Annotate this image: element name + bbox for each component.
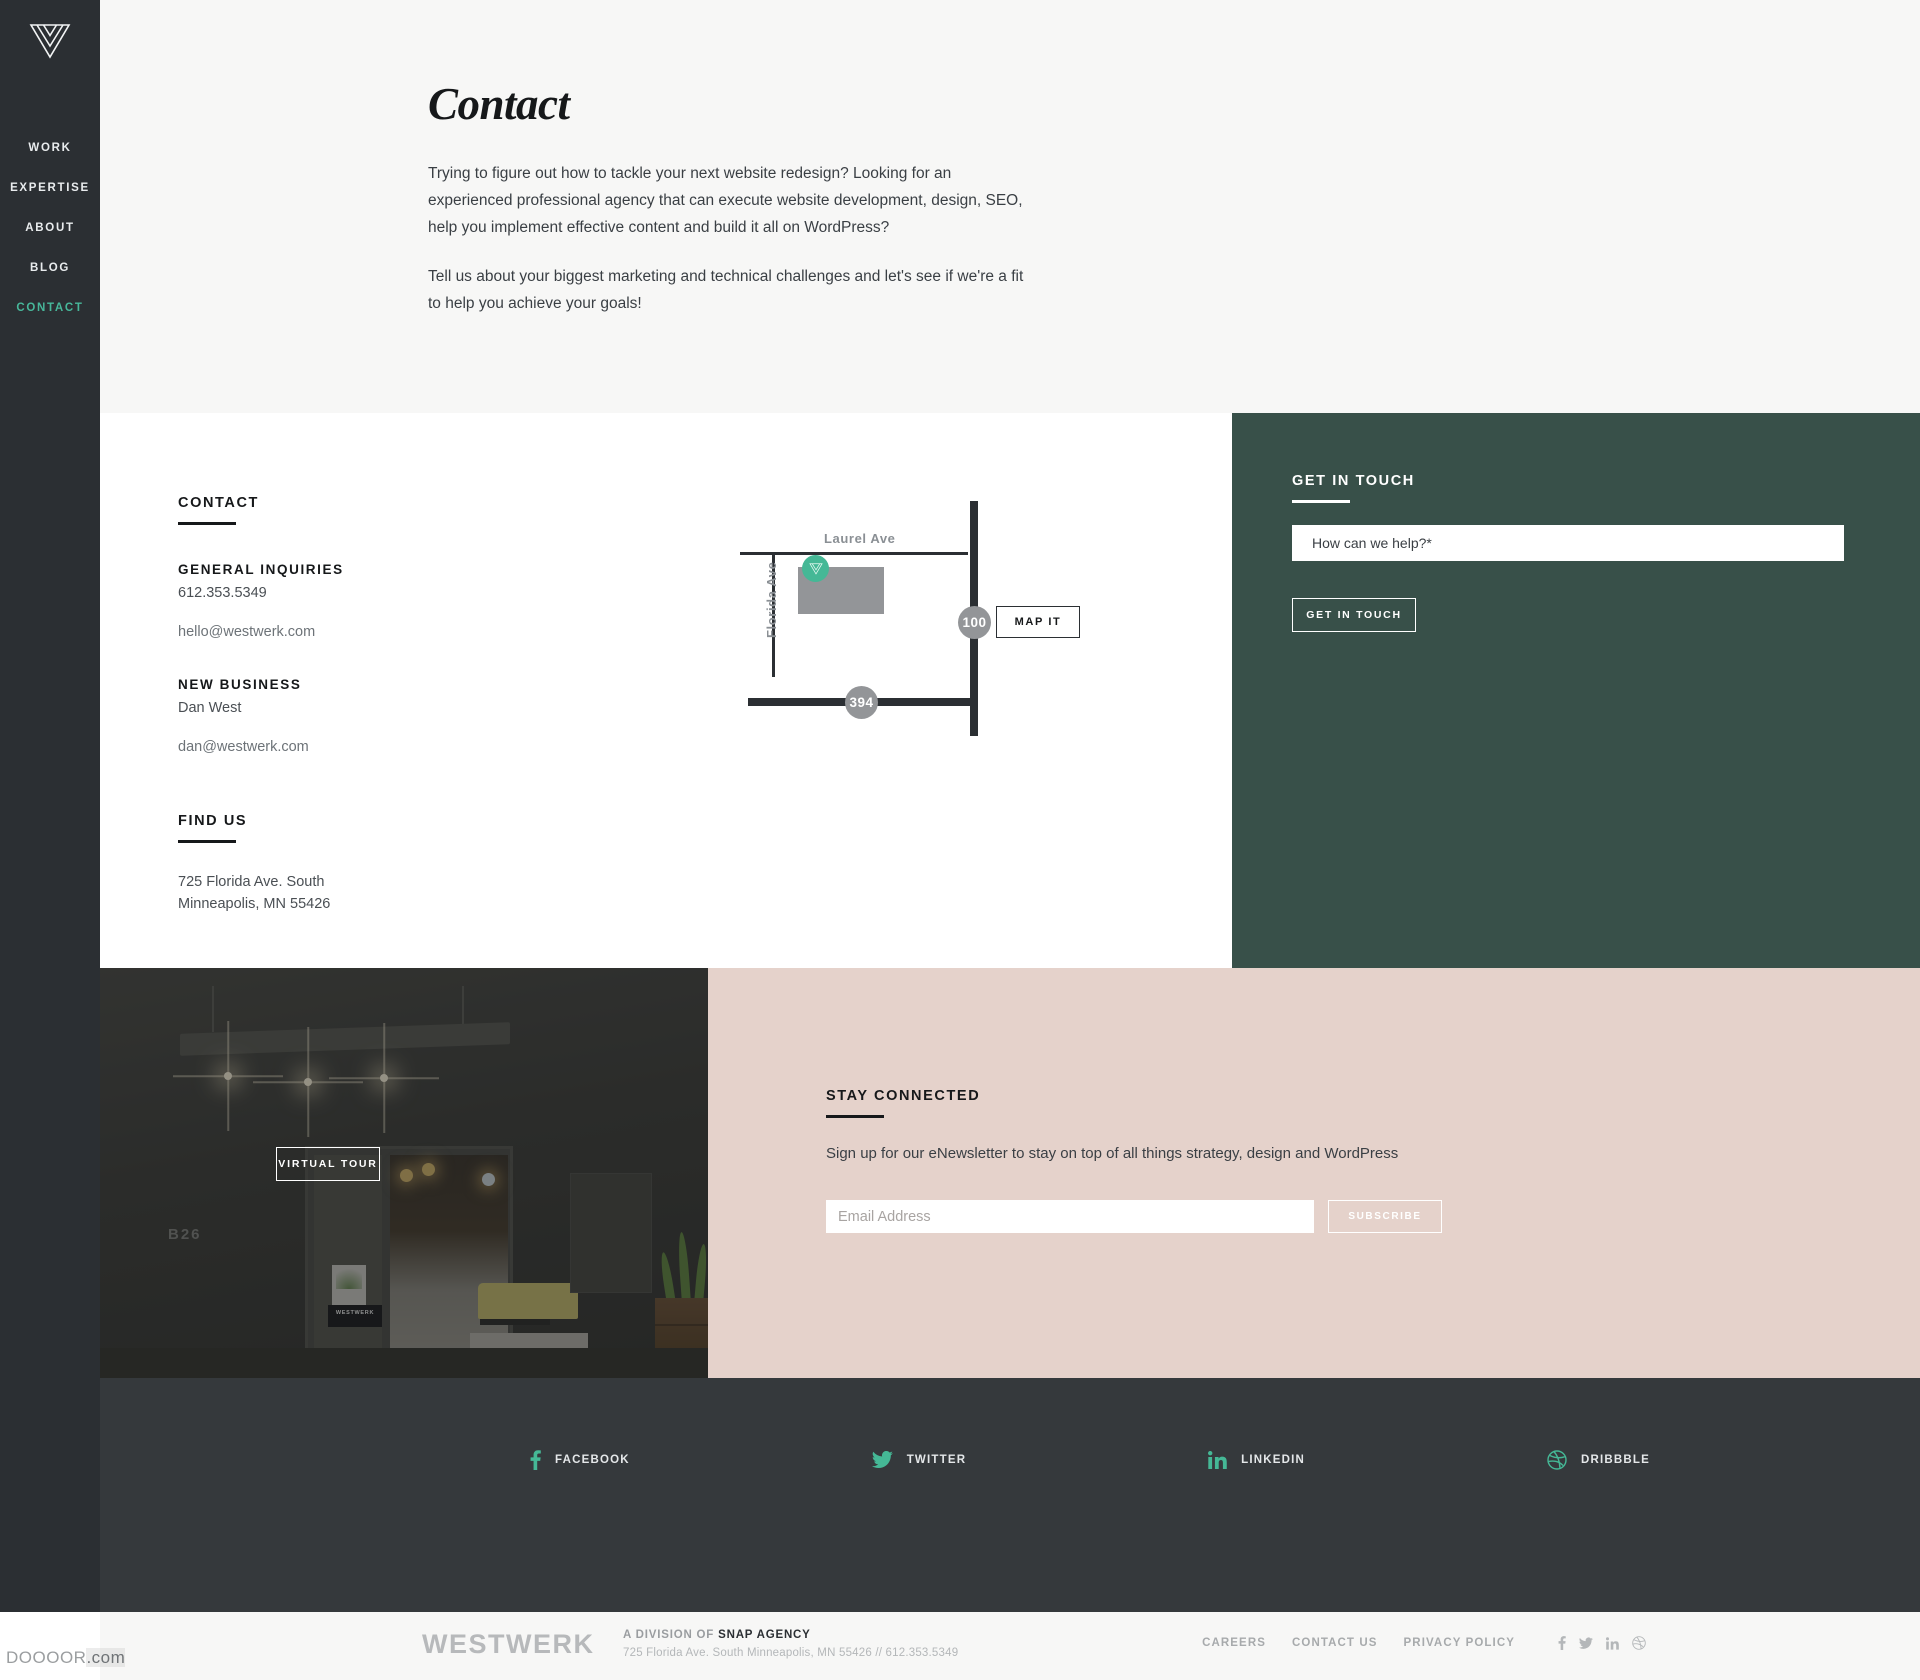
westwerk-w-logo-icon[interactable] (22, 14, 78, 66)
contact-heading: CONTACT (178, 495, 260, 511)
social-label-twitter: TWITTER (906, 1454, 967, 1466)
map-label-laurel-ave: Laurel Ave (824, 531, 896, 546)
email-address-input[interactable] (826, 1200, 1314, 1233)
contact-heading-rule (178, 522, 236, 525)
map-marker-hwy-100: 100 (958, 606, 991, 639)
twitter-icon (871, 1451, 893, 1469)
map-marker-hwy-394: 394 (845, 686, 878, 719)
footer-facebook-icon[interactable] (1558, 1636, 1566, 1650)
social-label-dribbble: DRIBBBLE (1580, 1454, 1650, 1466)
photo-dark-overlay (100, 968, 708, 1378)
westwerk-map-pin-icon[interactable] (802, 555, 829, 582)
location-map[interactable]: Laurel Ave Florida Ave 100 394 MAP IT (740, 493, 1180, 793)
map-it-button[interactable]: MAP IT (996, 606, 1080, 638)
subscribe-button[interactable]: SUBSCRIBE (1328, 1200, 1442, 1233)
social-link-facebook[interactable]: FACEBOOK (530, 1450, 630, 1470)
general-inquiries-label: GENERAL INQUIRIES (178, 562, 344, 577)
address-block: 725 Florida Ave. South Minneapolis, MN 5… (178, 871, 508, 915)
footer-linkedin-icon[interactable] (1606, 1636, 1619, 1650)
page-title: Contact (428, 79, 570, 129)
address-line-1: 725 Florida Ave. South (178, 874, 325, 890)
social-label-facebook: FACEBOOK (555, 1454, 630, 1466)
page-root: WORK EXPERTISE ABOUT BLOG CONTACT Contac… (0, 0, 1920, 1680)
hero-section: Contact Trying to figure out how to tack… (100, 0, 1920, 413)
footer-dribbble-icon[interactable] (1632, 1636, 1646, 1650)
footer-link-contact-us[interactable]: CONTACT US (1292, 1637, 1378, 1649)
get-in-touch-rule (1292, 500, 1350, 503)
get-in-touch-heading: GET IN TOUCH (1292, 473, 1415, 489)
find-us-heading-rule (178, 840, 236, 843)
hero-paragraph-2: Tell us about your biggest marketing and… (428, 268, 1024, 312)
footer-division-prefix: A DIVISION OF (623, 1629, 719, 1641)
new-business-email[interactable]: dan@westwerk.com (178, 739, 508, 755)
virtual-tour-button[interactable]: VIRTUAL TOUR (276, 1147, 380, 1181)
social-label-linkedin: LINKEDIN (1241, 1454, 1306, 1466)
linkedin-icon (1208, 1451, 1227, 1469)
footer-social-icons (1545, 1636, 1646, 1650)
watermark-name: DOOOOR (6, 1648, 87, 1667)
sidebar-item-about[interactable]: ABOUT (0, 208, 100, 248)
footer-link-privacy-policy[interactable]: PRIVACY POLICY (1404, 1637, 1515, 1649)
social-link-twitter[interactable]: TWITTER (871, 1451, 967, 1469)
sidebar-item-expertise[interactable]: EXPERTISE (0, 168, 100, 208)
sidebar: WORK EXPERTISE ABOUT BLOG CONTACT (0, 0, 100, 1612)
newsletter-description: Sign up for our eNewsletter to stay on t… (826, 1145, 1399, 1162)
watermark-suffix: .com (86, 1648, 126, 1667)
dribbble-icon (1547, 1450, 1567, 1470)
address-line-2: Minneapolis, MN 55426 (178, 896, 331, 912)
get-in-touch-panel: GET IN TOUCH GET IN TOUCH (1232, 413, 1920, 968)
newsletter-heading: STAY CONNECTED (826, 1088, 981, 1104)
social-link-dribbble[interactable]: DRIBBBLE (1547, 1450, 1650, 1470)
help-message-input[interactable] (1292, 525, 1844, 561)
footer-division-line: A DIVISION OF SNAP AGENCY (623, 1629, 958, 1641)
social-link-linkedin[interactable]: LINKEDIN (1208, 1451, 1305, 1469)
sidebar-item-work[interactable]: WORK (0, 128, 100, 168)
newsletter-rule (826, 1115, 884, 1118)
page-footer: WESTWERK A DIVISION OF SNAP AGENCY 725 F… (100, 1612, 1920, 1680)
footer-division-block: A DIVISION OF SNAP AGENCY 725 Florida Av… (623, 1629, 958, 1659)
find-us-heading: FIND US (178, 813, 248, 829)
sidebar-item-blog[interactable]: BLOG (0, 248, 100, 288)
footer-twitter-icon[interactable] (1579, 1636, 1593, 1650)
footer-address: 725 Florida Ave. South Minneapolis, MN 5… (623, 1647, 959, 1659)
watermark: DOOOOR.com (6, 1648, 126, 1668)
office-photo[interactable]: B26 WESTWERK VIRTUAL TOUR (100, 968, 708, 1378)
footer-link-careers[interactable]: CAREERS (1202, 1637, 1266, 1649)
find-us-block: FIND US 725 Florida Ave. South Minneapol… (178, 813, 508, 915)
newsletter-section: STAY CONNECTED Sign up for our eNewslett… (708, 968, 1920, 1378)
primary-nav: WORK EXPERTISE ABOUT BLOG CONTACT (0, 128, 100, 328)
hero-paragraph-1: Trying to figure out how to tackle your … (428, 165, 1023, 236)
footer-brand: WESTWERK (422, 1629, 595, 1659)
footer-links: CAREERS CONTACT US PRIVACY POLICY (1176, 1636, 1646, 1650)
newsletter-form: SUBSCRIBE (826, 1200, 1920, 1233)
social-bar: FACEBOOK TWITTER LINKEDIN DRIBBBLE (100, 1378, 1920, 1612)
general-inquiries-phone[interactable]: 612.353.5349 (178, 583, 508, 604)
new-business-label: NEW BUSINESS (178, 677, 302, 692)
get-in-touch-submit-button[interactable]: GET IN TOUCH (1292, 598, 1416, 632)
new-business-name: Dan West (178, 700, 242, 716)
map-label-florida-ave: Florida Ave (764, 561, 779, 638)
general-inquiries-email[interactable]: hello@westwerk.com (178, 624, 508, 640)
facebook-icon (530, 1450, 541, 1470)
contact-details: CONTACT GENERAL INQUIRIES 612.353.5349 h… (178, 495, 508, 915)
footer-division-name: SNAP AGENCY (718, 1629, 811, 1641)
sidebar-item-contact[interactable]: CONTACT (0, 288, 100, 328)
